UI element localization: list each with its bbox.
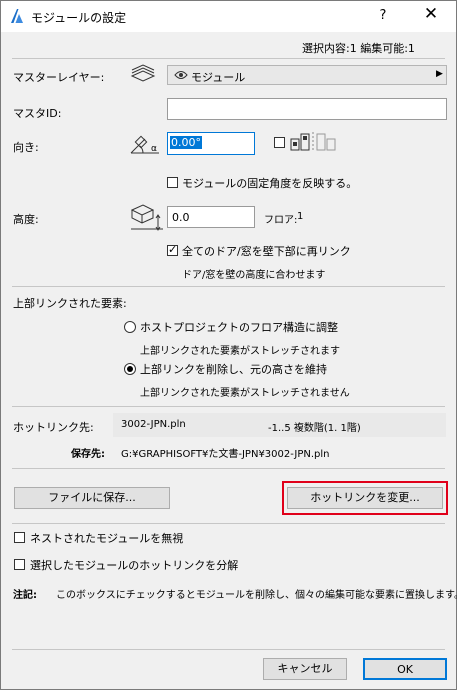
rotation-angle-icon: α (130, 135, 159, 154)
save-file-button[interactable]: ファイルに保存... (14, 487, 170, 509)
divider (12, 523, 445, 524)
master-id-label: マスタID: (13, 107, 62, 120)
change-hotlink-button[interactable]: ホットリンクを変更... (287, 487, 443, 509)
keep-original-height-label: 上部リンクを削除し、元の高さを維持 (140, 363, 327, 376)
divider (12, 286, 445, 287)
help-button[interactable]: ? (373, 8, 393, 23)
height-label: 高度: (13, 213, 39, 226)
divider (12, 406, 445, 407)
mirror-icon (290, 132, 336, 152)
orientation-label: 向き: (13, 141, 39, 154)
hotlink-source-label: ホットリンク先: (13, 421, 94, 434)
cancel-button[interactable]: キャンセル (263, 658, 347, 680)
master-layer-value: モジュール (191, 71, 246, 84)
divider (12, 468, 445, 469)
divider (12, 58, 445, 59)
reconnect-label: 全てのドア/窓を壁下部に再リンク (182, 245, 351, 258)
adjust-floor-structure-radio[interactable] (124, 321, 136, 333)
adjust-floor-structure-label: ホストプロジェクトのフロア構造に調整 (140, 321, 338, 334)
window-title: モジュールの設定 (31, 11, 127, 25)
close-button[interactable]: ✕ (421, 4, 441, 24)
layer-icon (130, 64, 156, 82)
floor-value: 1 (297, 211, 304, 222)
top-linked-label: 上部リンクされた要素: (13, 297, 127, 310)
master-layer-label: マスターレイヤー: (13, 71, 105, 84)
keep-original-height-radio[interactable] (124, 363, 136, 375)
archicad-app-icon (11, 9, 23, 23)
elevation-icon (130, 204, 163, 231)
keep-original-height-note: 上部リンクされた要素がストレッチされません (140, 388, 350, 399)
break-hotlink-label: 選択したモジュールのホットリンクを分解 (30, 559, 239, 572)
hotlink-file: 3002-JPN.pln (121, 419, 186, 430)
module-settings-dialog: モジュールの設定 ? ✕ 選択内容:1 編集可能:1 マスターレイヤー: モジュ… (0, 0, 457, 690)
note-text: このボックスにチェックするとモジュールを削除し、個々の編集可能な要素に置換します… (56, 590, 457, 601)
reconnect-note: ドア/窓を壁の高度に合わせます (182, 270, 326, 281)
mirror-checkbox[interactable] (274, 137, 285, 148)
note-label: 注記: (13, 590, 37, 601)
selection-status: 選択内容:1 編集可能:1 (302, 42, 415, 55)
ignore-nested-label: ネストされたモジュールを無視 (30, 532, 184, 545)
saved-location-path: G:¥GRAPHISOFT¥た文書-JPN¥3002-JPN.pln (121, 449, 330, 460)
hotlink-story: -1..5 複数階(1. 1階) (268, 423, 361, 434)
break-hotlink-checkbox[interactable] (14, 559, 25, 570)
dropdown-arrow-icon: ▶ (436, 69, 443, 79)
fixed-angle-label: モジュールの固定角度を反映する。 (182, 177, 358, 190)
eye-icon (174, 71, 188, 79)
title-bar: モジュールの設定 ? ✕ (1, 1, 456, 32)
reconnect-checkbox[interactable] (167, 243, 178, 256)
hotlink-source-field: 3002-JPN.pln -1..5 複数階(1. 1階) (113, 413, 446, 437)
svg-text:α: α (151, 144, 157, 154)
ok-button[interactable]: OK (363, 658, 447, 680)
master-layer-select[interactable]: モジュール ▶ (167, 65, 447, 85)
master-id-input[interactable] (167, 98, 447, 120)
ignore-nested-checkbox[interactable] (14, 532, 25, 543)
saved-location-label: 保存先: (71, 449, 105, 460)
height-input[interactable]: 0.0 (167, 206, 255, 228)
adjust-floor-structure-note: 上部リンクされた要素がストレッチされます (140, 346, 340, 357)
orientation-input[interactable]: 0.00° (167, 132, 255, 155)
floor-label: フロア: (264, 215, 298, 226)
fixed-angle-checkbox[interactable] (167, 177, 178, 188)
divider (12, 649, 445, 650)
